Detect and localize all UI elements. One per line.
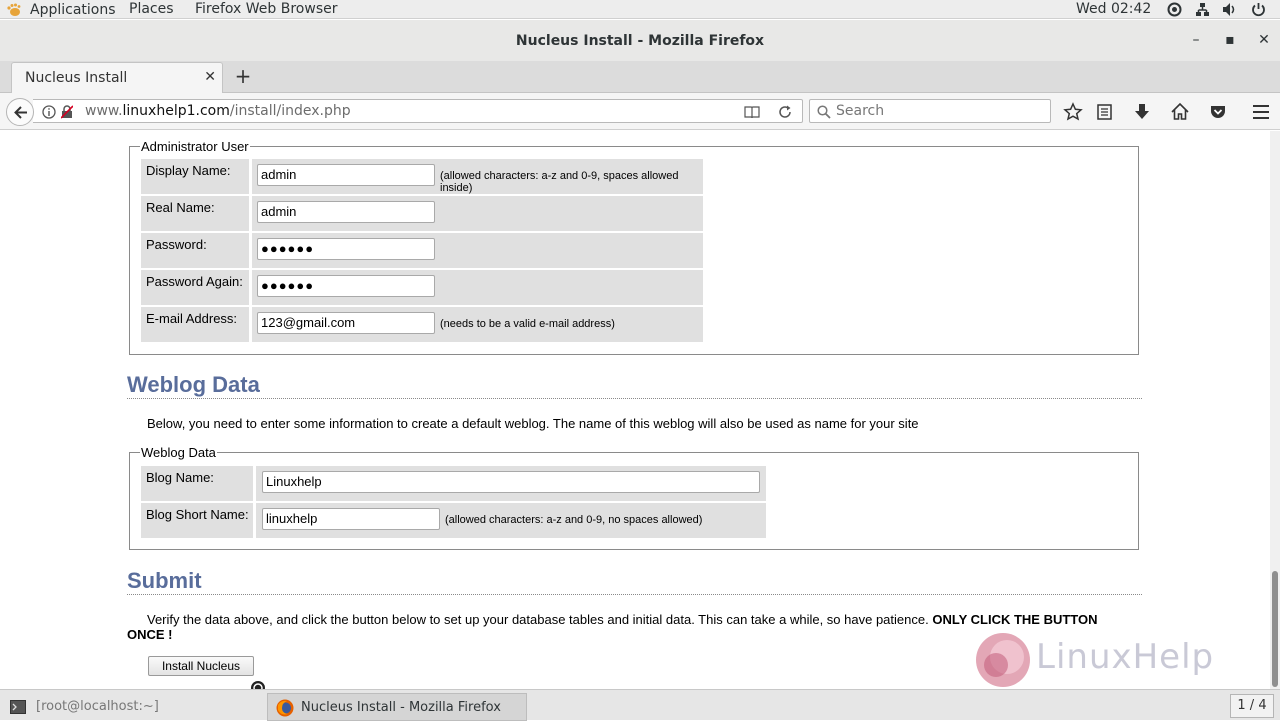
taskbar-firefox[interactable]: Nucleus Install - Mozilla Firefox xyxy=(267,693,527,721)
admin-row-email: E-mail Address: 123@gmail.com (needs to … xyxy=(141,307,703,342)
firefox-task-label: Nucleus Install - Mozilla Firefox xyxy=(301,700,501,715)
new-tab-button[interactable]: + xyxy=(232,65,254,87)
terminal-icon xyxy=(10,700,26,714)
linuxhelp-watermark: LinuxHelp xyxy=(974,631,1234,689)
password-again-input[interactable]: ●●●●●● xyxy=(257,275,435,297)
submit-text: Verify the data above, and click the but… xyxy=(147,612,1098,627)
admin-row-password-again: Password Again: ●●●●●● xyxy=(141,270,703,305)
power-icon[interactable] xyxy=(1251,2,1266,17)
insecure-lock-icon[interactable] xyxy=(61,105,73,119)
tab-strip: Nucleus Install ✕ + xyxy=(0,61,1280,94)
email-hint: (needs to be a valid e-mail address) xyxy=(440,318,615,330)
url-bar[interactable]: www.linuxhelp1.com/install/index.php xyxy=(33,99,803,123)
blog-short-name-row: Blog Short Name: linuxhelp (allowed char… xyxy=(141,503,766,538)
firefox-icon xyxy=(276,699,294,717)
back-button[interactable] xyxy=(6,98,34,126)
password-again-label: Password Again: xyxy=(146,274,243,289)
search-icon xyxy=(817,105,831,119)
admin-row-password: Password: ●●●●●● xyxy=(141,233,703,268)
page-content: Administrator User Display Name: admin (… xyxy=(0,131,1270,689)
bottom-taskbar: [root@localhost:~] Nucleus Install - Moz… xyxy=(0,689,1280,721)
hamburger-menu-icon[interactable] xyxy=(1251,102,1271,122)
admin-row-display-name: Display Name: admin (allowed characters:… xyxy=(141,159,703,194)
gnome-foot-icon xyxy=(7,3,21,16)
tab-label: Nucleus Install xyxy=(25,70,128,86)
workspace-indicator[interactable]: 1 / 4 xyxy=(1230,694,1274,718)
admin-row-real-name: Real Name: admin xyxy=(141,196,703,231)
reload-icon[interactable] xyxy=(778,105,792,119)
app-menu-firefox[interactable]: Firefox Web Browser xyxy=(195,0,338,19)
network-icon[interactable] xyxy=(1195,2,1210,17)
weblog-legend: Weblog Data xyxy=(141,445,216,460)
url-domain: linuxhelp1.com xyxy=(122,103,230,119)
reader-view-icon[interactable] xyxy=(744,105,760,119)
info-icon[interactable] xyxy=(42,105,56,119)
applications-label: Applications xyxy=(30,1,116,18)
install-nucleus-button[interactable]: Install Nucleus xyxy=(148,656,254,676)
url-path: /install/index.php xyxy=(229,103,351,119)
weblog-heading: Weblog Data xyxy=(127,372,260,397)
clock[interactable]: Wed 02:42 xyxy=(1076,0,1151,19)
search-placeholder: Search xyxy=(836,103,885,119)
blog-name-row: Blog Name: Linuxhelp xyxy=(141,466,766,501)
volume-icon[interactable] xyxy=(1222,2,1237,17)
display-name-input[interactable]: admin xyxy=(257,164,435,186)
tab-nucleus-install[interactable]: Nucleus Install ✕ xyxy=(11,62,223,94)
submit-divider xyxy=(127,594,1142,595)
weblog-intro: Below, you need to enter some informatio… xyxy=(147,416,919,431)
display-name-label: Display Name: xyxy=(146,163,231,178)
tab-close-icon[interactable]: ✕ xyxy=(204,69,216,85)
page-scrollbar[interactable] xyxy=(1270,131,1280,689)
maximize-button[interactable]: ▪ xyxy=(1222,32,1238,48)
password-input[interactable]: ●●●●●● xyxy=(257,238,435,260)
window-title: Nucleus Install - Mozilla Firefox xyxy=(515,33,765,49)
submit-warning-2: ONCE ! xyxy=(127,627,173,642)
applications-menu[interactable]: Applications xyxy=(6,0,116,19)
weblog-divider xyxy=(127,398,1142,399)
blog-name-label: Blog Name: xyxy=(146,470,214,485)
url-text[interactable]: www.linuxhelp1.com/install/index.php xyxy=(85,103,351,119)
blog-short-name-input[interactable]: linuxhelp xyxy=(262,508,440,530)
real-name-label: Real Name: xyxy=(146,200,215,215)
admin-legend: Administrator User xyxy=(141,139,249,154)
password-label: Password: xyxy=(146,237,207,252)
email-label: E-mail Address: xyxy=(146,311,238,326)
linuxhelp-logo-icon xyxy=(976,633,1030,687)
back-arrow-icon xyxy=(14,106,27,119)
close-window-button[interactable]: ✕ xyxy=(1256,32,1272,48)
linuxhelp-logo-text: LinuxHelp xyxy=(1036,637,1215,677)
submit-instructions: Verify the data above, and click the but… xyxy=(147,612,929,627)
scrollbar-thumb[interactable] xyxy=(1272,571,1278,687)
blog-short-name-hint: (allowed characters: a-z and 0-9, no spa… xyxy=(445,514,703,526)
email-input[interactable]: 123@gmail.com xyxy=(257,312,435,334)
blog-short-name-label: Blog Short Name: xyxy=(146,507,249,522)
navigation-bar: www.linuxhelp1.com/install/index.php Sea… xyxy=(0,93,1280,130)
submit-heading: Submit xyxy=(127,568,202,593)
terminal-task-label: [root@localhost:~] xyxy=(36,699,159,714)
bookmark-star-icon[interactable] xyxy=(1063,102,1083,122)
accessibility-icon[interactable] xyxy=(1167,2,1182,17)
window-titlebar: Nucleus Install - Mozilla Firefox – ▪ ✕ xyxy=(0,20,1280,61)
search-bar[interactable]: Search xyxy=(809,99,1051,123)
display-name-hint: (allowed characters: a-z and 0-9, spaces… xyxy=(440,170,679,194)
submit-warning-1: ONLY CLICK THE BUTTON xyxy=(932,612,1098,627)
bookmarks-menu-icon[interactable] xyxy=(1095,102,1115,122)
pocket-icon[interactable] xyxy=(1208,102,1228,122)
real-name-input[interactable]: admin xyxy=(257,201,435,223)
taskbar-terminal[interactable]: [root@localhost:~] xyxy=(0,693,263,721)
home-icon[interactable] xyxy=(1170,102,1190,122)
places-menu[interactable]: Places xyxy=(129,0,174,19)
minimize-button[interactable]: – xyxy=(1188,32,1204,48)
blog-name-input[interactable]: Linuxhelp xyxy=(262,471,760,493)
url-prefix: www. xyxy=(85,103,123,119)
downloads-icon[interactable] xyxy=(1132,102,1152,122)
gnome-top-bar: Applications Places Firefox Web Browser … xyxy=(0,0,1280,19)
